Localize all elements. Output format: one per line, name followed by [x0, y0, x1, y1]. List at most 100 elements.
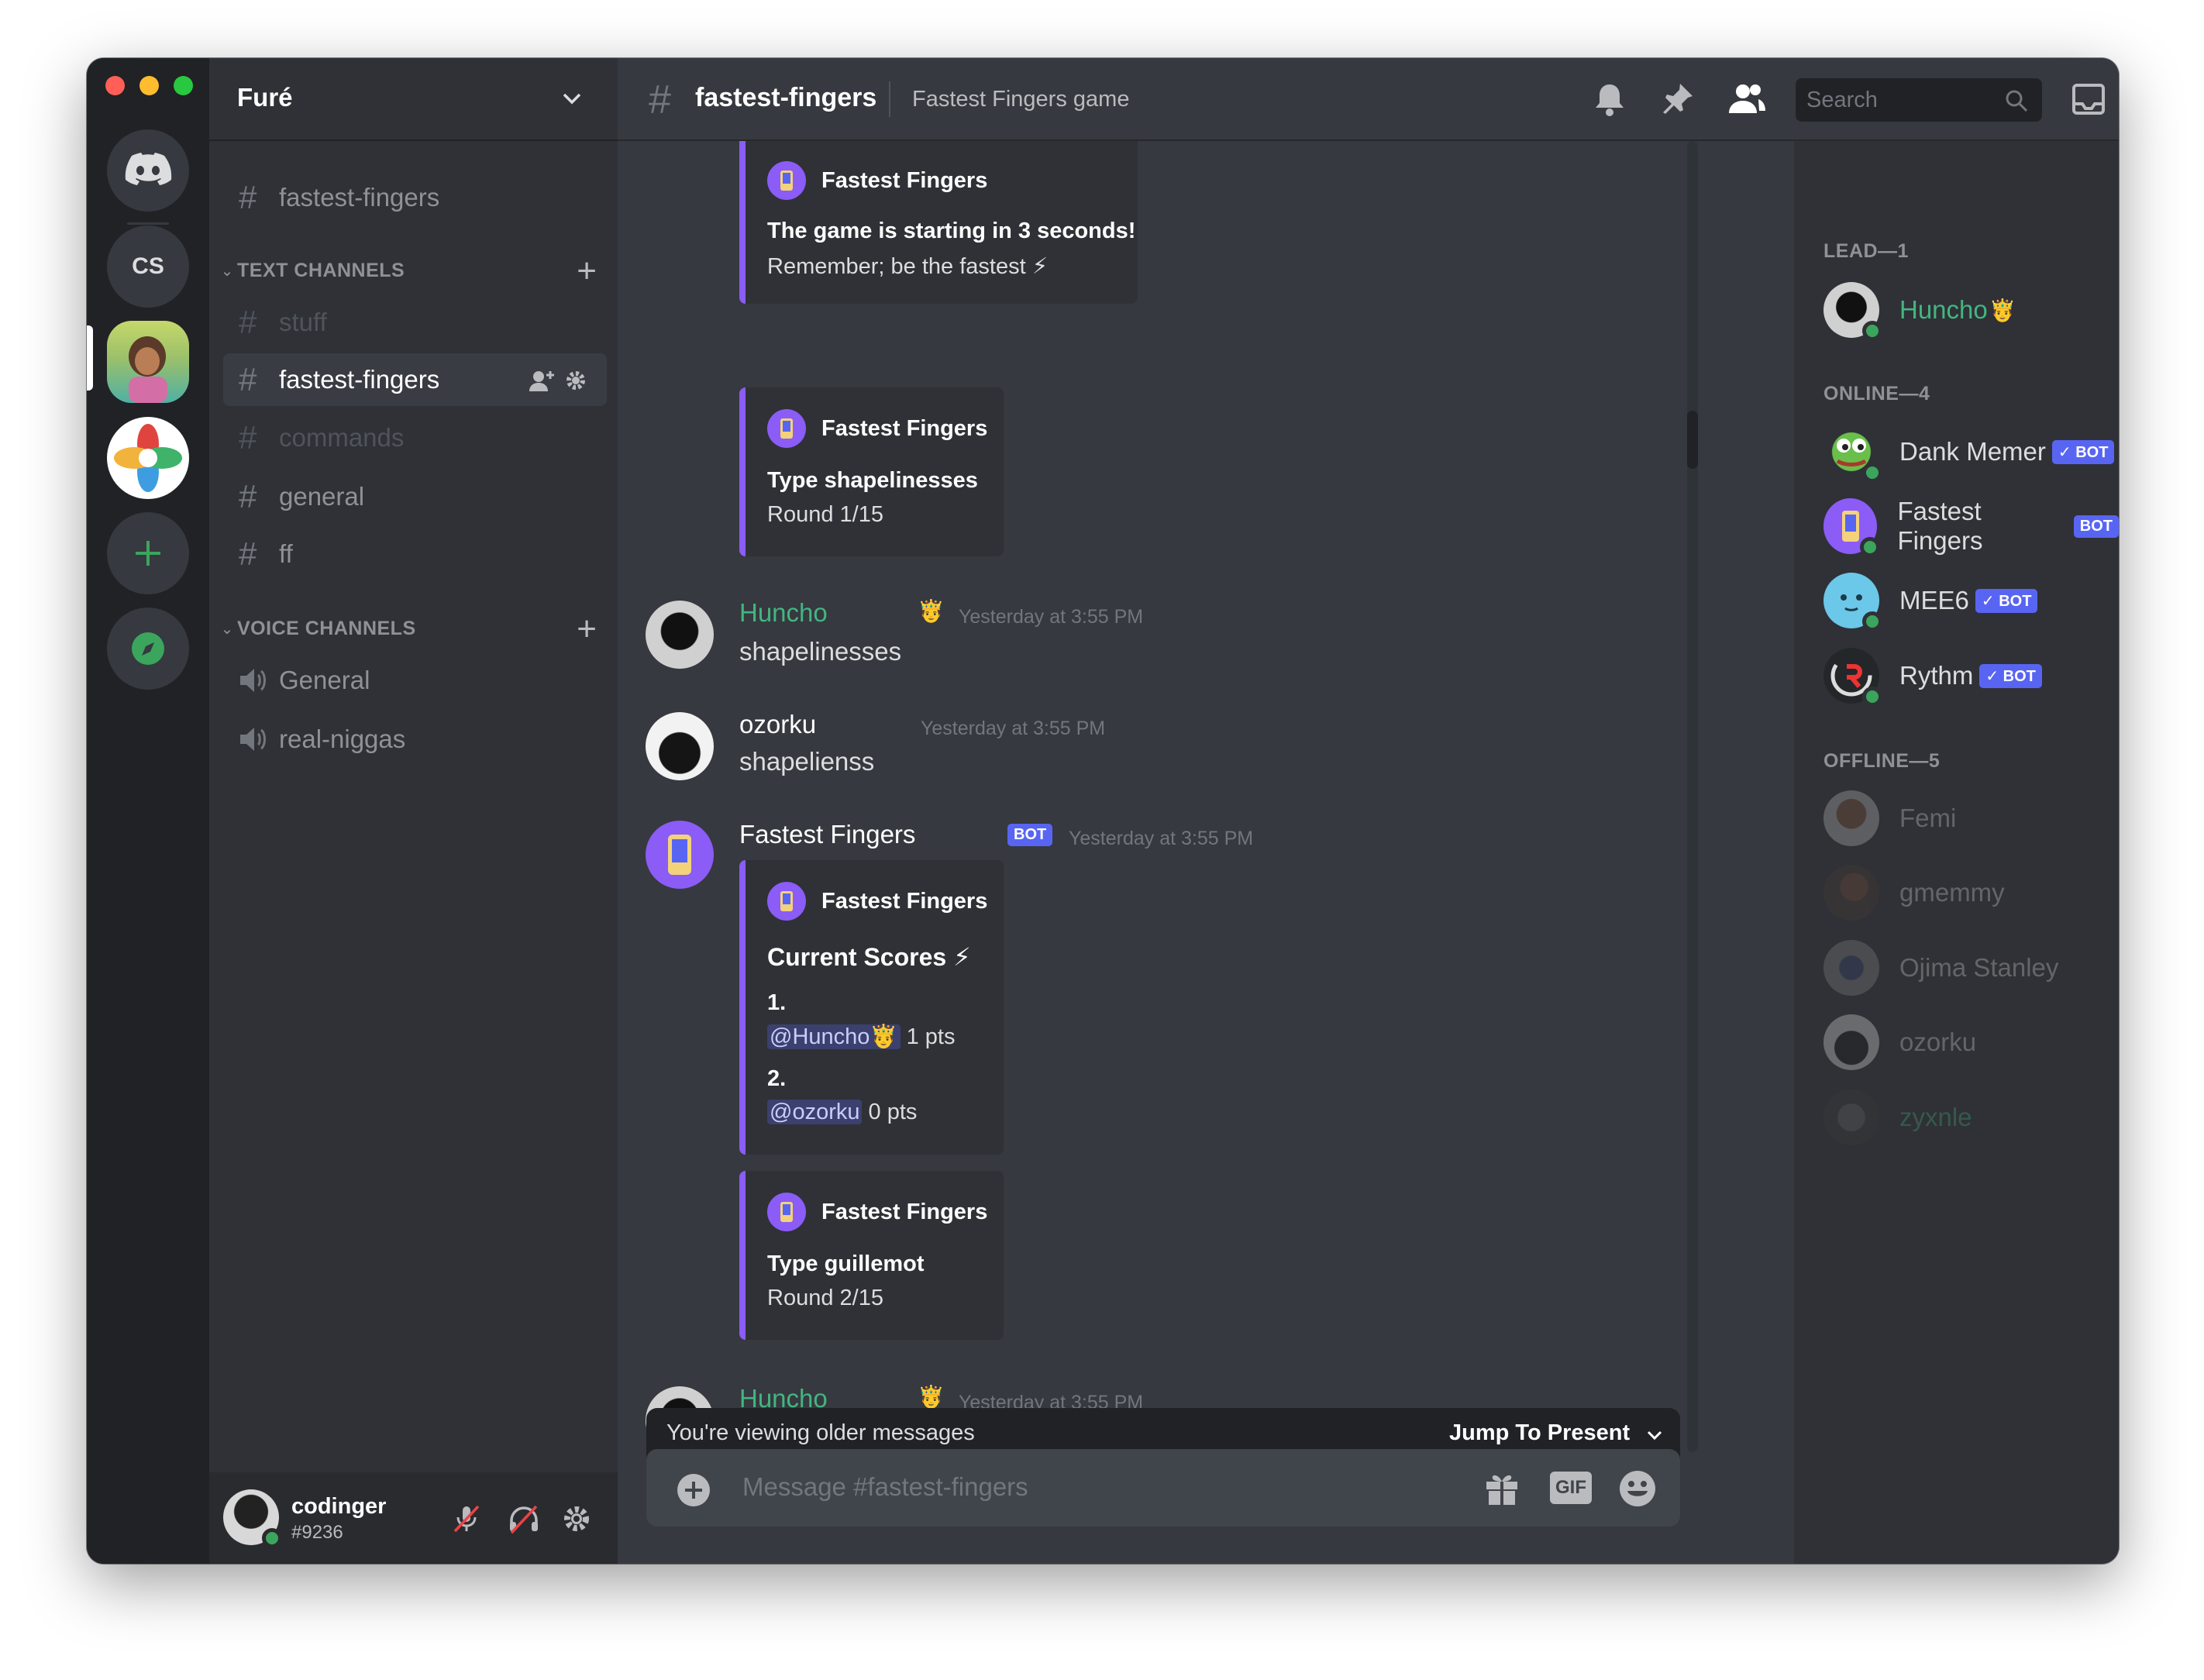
- gift-icon[interactable]: [1483, 1471, 1520, 1506]
- server-avatar-icon: [129, 336, 167, 403]
- message-composer: Message #fastest-fingers GIF: [646, 1449, 1680, 1527]
- server-cs[interactable]: CS: [107, 225, 189, 308]
- scrollbar-track[interactable]: [1687, 141, 1698, 1452]
- online-status-dot: [262, 1528, 282, 1548]
- minimize-window-button[interactable]: [139, 76, 159, 95]
- explore-servers-button[interactable]: [107, 608, 189, 690]
- channel-ff[interactable]: # ff: [223, 528, 607, 580]
- crown-badge-icon: 🤴: [1989, 298, 2016, 322]
- channel-fastest-fingers-top[interactable]: # fastest-fingers: [223, 171, 607, 224]
- phone-bot-icon: [767, 409, 806, 448]
- user-settings-gear-icon[interactable]: [561, 1503, 592, 1534]
- gear-icon[interactable]: [564, 369, 587, 392]
- member-zyxnle[interactable]: zyxnle: [1823, 1086, 1972, 1148]
- message-author[interactable]: Fastest Fingers: [739, 820, 915, 849]
- message-author[interactable]: Huncho: [739, 598, 828, 628]
- channel-header: # fastest-fingers Fastest Fingers game S…: [618, 58, 2119, 141]
- channel-commands[interactable]: # commands: [223, 411, 607, 464]
- member-femi[interactable]: Femi: [1823, 787, 1956, 849]
- upload-plus-icon[interactable]: [676, 1472, 711, 1508]
- voice-channel-general[interactable]: General: [223, 654, 607, 707]
- crown-badge-icon: 🤴: [918, 1385, 945, 1409]
- score-line-1: @Huncho🤴 1 pts: [767, 1024, 955, 1050]
- pinned-messages-button[interactable]: [1657, 78, 1699, 120]
- server-fure[interactable]: [107, 321, 189, 403]
- create-voice-channel-button[interactable]: +: [577, 611, 597, 646]
- embed-title: The game is starting in 3 seconds!: [767, 219, 1136, 243]
- user-mention[interactable]: @Huncho🤴: [767, 1024, 901, 1049]
- members-icon: [1729, 84, 1765, 113]
- message-text: shapelienss: [739, 747, 875, 776]
- embed-description: Round 2/15: [767, 1286, 883, 1310]
- gif-button[interactable]: GIF: [1550, 1472, 1592, 1504]
- mute-mic-icon[interactable]: [451, 1503, 482, 1534]
- hash-icon: #: [239, 478, 257, 515]
- search-bar[interactable]: Search: [1796, 78, 2042, 122]
- avatar: [1823, 940, 1879, 996]
- hash-icon: #: [239, 179, 257, 215]
- chevron-down-icon: [563, 93, 581, 105]
- avatar: [1823, 865, 1879, 921]
- member-gmemmy[interactable]: gmemmy: [1823, 862, 2005, 924]
- member-ozorku[interactable]: ozorku: [1823, 1011, 1976, 1073]
- close-window-button[interactable]: [105, 76, 125, 95]
- home-button[interactable]: [107, 129, 189, 212]
- hash-icon: #: [239, 535, 257, 572]
- pin-icon: [1663, 84, 1693, 114]
- user-mention[interactable]: @ozorku: [767, 1100, 863, 1124]
- message-input[interactable]: Message #fastest-fingers: [742, 1472, 1028, 1502]
- category-voice-channels[interactable]: ⌄ VOICE CHANNELS +: [217, 611, 604, 645]
- category-text-channels[interactable]: ⌄ TEXT CHANNELS +: [217, 253, 604, 287]
- inbox-button[interactable]: [2068, 78, 2109, 120]
- avatar: [1823, 573, 1882, 632]
- avatar[interactable]: [223, 1489, 282, 1548]
- bell-icon: [1596, 84, 1624, 116]
- jump-to-present-button[interactable]: Jump To Present: [1449, 1420, 1630, 1446]
- member-group-header: LEAD—1: [1823, 240, 1909, 262]
- header-divider: [889, 81, 890, 117]
- message-list: Fastest Fingers The game is starting in …: [618, 141, 1794, 1472]
- avatar[interactable]: [646, 712, 714, 780]
- add-server-button[interactable]: [107, 512, 189, 594]
- zoom-window-button[interactable]: [174, 76, 193, 95]
- server-header[interactable]: Furé: [209, 58, 618, 141]
- phone-bot-icon: [767, 1193, 806, 1231]
- member-list-toggle-button[interactable]: [1726, 78, 1768, 120]
- avatar[interactable]: [646, 821, 714, 889]
- scrollbar-thumb[interactable]: [1687, 411, 1698, 469]
- channel-stuff[interactable]: # stuff: [223, 296, 607, 349]
- chevron-down-icon: [1647, 1430, 1662, 1441]
- embed-round-2: Fastest Fingers Type guillemot Round 2/1…: [739, 1171, 1004, 1340]
- avatar: [1823, 790, 1879, 846]
- avatar[interactable]: [646, 601, 714, 669]
- member-ojima-stanley[interactable]: Ojima Stanley: [1823, 937, 2058, 999]
- user-tag: #9236: [291, 1522, 343, 1543]
- voice-channel-real-niggas[interactable]: real-niggas: [223, 713, 607, 766]
- invite-icon[interactable]: [529, 369, 556, 392]
- member-dank-memer[interactable]: Dank Memer ✓ BOT: [1823, 421, 2115, 483]
- emoji-smile-icon[interactable]: [1618, 1469, 1657, 1508]
- deafen-headphones-icon[interactable]: [507, 1503, 541, 1534]
- member-mee6[interactable]: MEE6 ✓ BOT: [1823, 570, 2038, 632]
- embed-game-start: Fastest Fingers The game is starting in …: [739, 141, 1138, 304]
- server-name: Furé: [237, 83, 293, 112]
- message-author[interactable]: ozorku: [739, 710, 816, 739]
- member-list: LEAD—1 Huncho 🤴 ONLINE—4 Dank Memer ✓ BOT …: [1794, 141, 2119, 1564]
- chevron-down-icon: ⌄: [220, 263, 234, 280]
- message-timestamp: Yesterday at 3:55 PM: [959, 606, 1144, 628]
- speaker-icon: [240, 728, 266, 751]
- embed-current-scores: Fastest Fingers Current Scores ⚡ 1. @Hun…: [739, 860, 1004, 1155]
- member-huncho[interactable]: Huncho 🤴: [1823, 279, 2016, 341]
- member-fastest-fingers[interactable]: Fastest Fingers BOT: [1823, 495, 2119, 557]
- embed-round-1: Fastest Fingers Type shapelinesses Round…: [739, 387, 1004, 556]
- member-rythm[interactable]: Rythm ✓ BOT: [1823, 645, 2042, 707]
- server-colorful[interactable]: [107, 417, 189, 499]
- notification-bell-button[interactable]: [1589, 78, 1631, 120]
- older-messages-text: You're viewing older messages: [666, 1420, 975, 1445]
- channel-general[interactable]: # general: [223, 470, 607, 523]
- score-rank-1: 1.: [767, 990, 787, 1015]
- channel-fastest-fingers[interactable]: # fastest-fingers: [223, 353, 607, 406]
- chevron-down-icon: ⌄: [220, 621, 234, 638]
- server-rail: CS: [87, 58, 209, 1564]
- create-channel-button[interactable]: +: [577, 253, 597, 288]
